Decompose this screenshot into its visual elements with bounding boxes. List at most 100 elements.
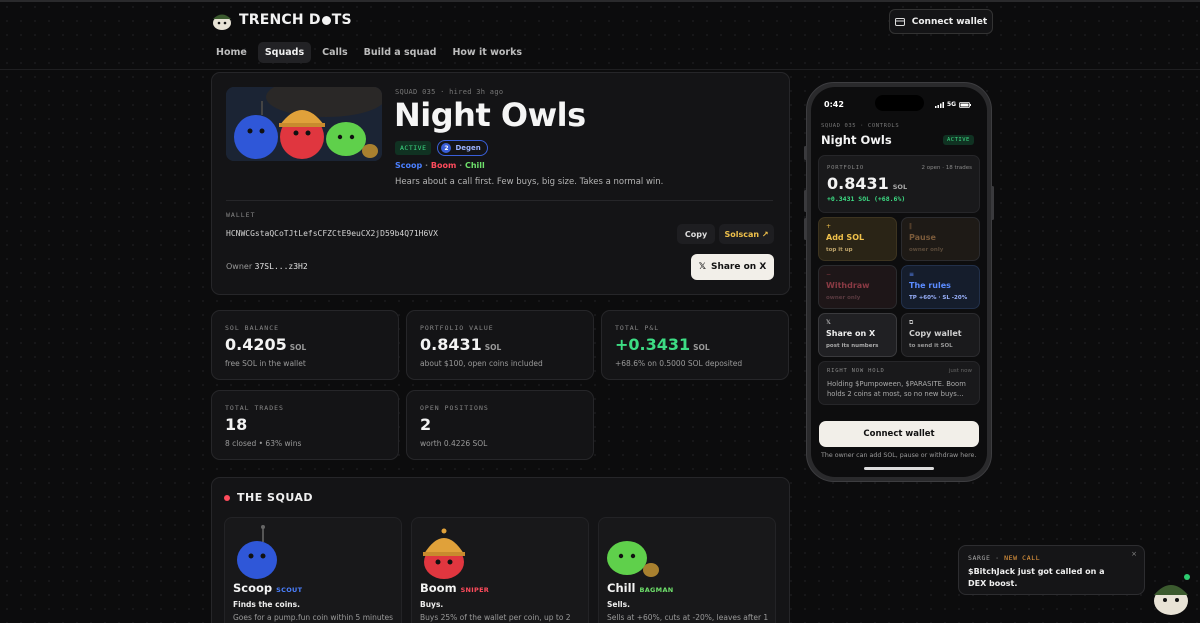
toast-header: SARGE · NEW CALL xyxy=(968,554,1041,562)
sarge-mascot-icon[interactable] xyxy=(1150,573,1192,615)
stat-sol-balance: SOL BALANCE 0.4205 SOL free SOL in the wa… xyxy=(211,310,399,380)
stat-value: 0.4205 SOL xyxy=(225,335,307,354)
main-nav: Home Squads Calls Build a squad How it w… xyxy=(211,42,527,63)
role-tag: SNIPER xyxy=(460,586,490,594)
tile-sub: to send it SOL xyxy=(909,343,953,349)
stat-value: 18 xyxy=(225,415,248,434)
share-label: Share on X xyxy=(710,262,767,272)
stat-value: 2 xyxy=(420,415,432,434)
squad-heading-text: THE SQUAD xyxy=(237,491,314,504)
tile-title: Withdraw xyxy=(826,281,870,290)
network-label: 5G xyxy=(947,101,957,108)
rules-button[interactable]: ≡ The rules TP +60% · SL -20% xyxy=(901,265,980,309)
dynamic-island xyxy=(875,95,924,111)
stat-label: PORTFOLIO VALUE xyxy=(420,324,494,332)
stat-value: +0.3431 SOL xyxy=(615,335,710,354)
stat-label: TOTAL P&L xyxy=(615,324,660,332)
portfolio-value: 0.8431 SOL xyxy=(827,174,908,193)
member-separator: · xyxy=(425,161,429,170)
stat-label: SOL BALANCE xyxy=(225,324,280,332)
squad-tagline: Hears about a call first. Few buys, big … xyxy=(395,177,664,187)
phone-side-button xyxy=(804,218,807,240)
copy-wallet-button[interactable]: ⧉ Copy wallet to send it SOL xyxy=(901,313,980,357)
signal-icon xyxy=(935,101,944,108)
portfolio-label: PORTFOLIO xyxy=(827,165,865,171)
owner-label: Owner xyxy=(226,262,253,271)
squad-image xyxy=(226,87,382,161)
copy-address-button[interactable]: Copy xyxy=(677,224,715,244)
live-dot-icon xyxy=(224,494,230,501)
nav-squads[interactable]: Squads xyxy=(257,42,312,63)
member-name: Chill BAGMAN xyxy=(607,581,674,595)
home-indicator xyxy=(864,467,934,470)
member-desc: Buys. xyxy=(420,600,444,609)
close-icon[interactable]: × xyxy=(1131,550,1137,558)
member-tag-boom: Boom xyxy=(430,161,457,170)
copy-icon: ⧉ xyxy=(909,319,914,326)
tile-title: Copy wallet xyxy=(909,329,962,338)
tile-title: The rules xyxy=(909,281,951,290)
phone-meta: SQUAD 035 · CONTROLS xyxy=(821,123,900,129)
x-logo-icon: 𝕏 xyxy=(826,319,831,326)
portfolio-summary: 2 open · 18 trades xyxy=(921,165,973,171)
tile-sub: owner only xyxy=(826,295,861,301)
nav-home[interactable]: Home xyxy=(211,42,252,63)
hero-divider xyxy=(226,200,773,201)
tile-title: Add SOL xyxy=(826,233,865,242)
stat-label: OPEN POSITIONS xyxy=(420,404,489,412)
wallet-address: HCNWCGstaQCoTJtLefsCFZCtE9euCX2jD59b4Q71… xyxy=(226,229,438,238)
stat-total-trades: TOTAL TRADES 18 8 closed • 63% wins xyxy=(211,390,399,460)
member-detail: Goes for a pump.fun coin within 5 minute… xyxy=(233,613,394,622)
wallet-icon xyxy=(894,17,905,26)
member-card-chill[interactable]: Chill BAGMAN Sells. Sells at +60%, cuts a… xyxy=(598,517,776,623)
phone-side-button xyxy=(991,186,994,220)
member-name: Scoop SCOUT xyxy=(233,581,303,595)
share-on-x-button[interactable]: 𝕏 Share on X xyxy=(691,254,774,280)
stat-total-pnl: TOTAL P&L +0.3431 SOL +68.6% on 0.5000 SO… xyxy=(601,310,789,380)
stat-sub: worth 0.4226 SOL xyxy=(420,439,488,448)
chill-avatar xyxy=(607,541,659,577)
phone-connect-wallet-button[interactable]: Connect wallet xyxy=(819,421,979,447)
top-border xyxy=(0,0,1200,2)
withdraw-button[interactable]: − Withdraw owner only xyxy=(818,265,897,309)
stat-sub: +68.6% on 0.5000 SOL deposited xyxy=(615,359,743,368)
solscan-link[interactable]: Solscan ↗ xyxy=(719,224,774,244)
nav-how-it-works[interactable]: How it works xyxy=(447,42,527,63)
stat-portfolio-value: PORTFOLIO VALUE 0.8431 SOL about $100, op… xyxy=(406,310,594,380)
plus-icon: + xyxy=(826,223,832,230)
pause-button[interactable]: ‖ Pause owner only xyxy=(901,217,980,261)
owner-info: Owner 37SL...z3H2 xyxy=(226,262,308,271)
battery-icon xyxy=(959,101,972,108)
phone-share-button[interactable]: 𝕏 Share on X post its numbers xyxy=(818,313,897,357)
add-sol-button[interactable]: + Add SOL top it up xyxy=(818,217,897,261)
phone-footer-note: The owner can add SOL, pause or withdraw… xyxy=(821,452,977,459)
tile-sub: TP +60% · SL -20% xyxy=(909,295,968,301)
header-divider xyxy=(0,69,1200,70)
tile-sub: top it up xyxy=(826,247,853,253)
level-label: Degen xyxy=(455,144,481,152)
member-card-boom[interactable]: Boom SNIPER Buys. Buys 25% of the wallet … xyxy=(411,517,589,623)
brand-logo[interactable]: TRENCH D TS xyxy=(211,10,352,30)
connect-wallet-button[interactable]: Connect wallet xyxy=(889,9,993,34)
minus-icon: − xyxy=(826,271,832,278)
member-name: Boom SNIPER xyxy=(420,581,490,595)
nav-calls[interactable]: Calls xyxy=(317,42,353,63)
member-desc: Sells. xyxy=(607,600,630,609)
tile-sub: post its numbers xyxy=(826,343,879,349)
phone-status-badge: ACTIVE xyxy=(943,135,974,145)
brand-mascot-icon xyxy=(213,14,231,30)
x-logo-icon: 𝕏 xyxy=(698,262,706,272)
squad-heading: THE SQUAD xyxy=(224,491,313,504)
tile-title: Share on X xyxy=(826,329,876,338)
level-number: 2 xyxy=(441,143,452,153)
boom-avatar xyxy=(423,528,465,579)
member-detail: Sells at +60%, cuts at -20%, leaves afte… xyxy=(607,613,769,622)
owner-address: 37SL...z3H2 xyxy=(254,262,308,271)
stat-sub: free SOL in the wallet xyxy=(225,359,306,368)
member-card-scoop[interactable]: Scoop SCOUT Finds the coins. Goes for a p… xyxy=(224,517,402,623)
member-separator: · xyxy=(459,161,463,170)
stat-label: TOTAL TRADES xyxy=(225,404,284,412)
nav-build-squad[interactable]: Build a squad xyxy=(359,42,442,63)
status-indicators: 5G xyxy=(935,101,972,108)
new-call-toast[interactable]: SARGE · NEW CALL $BitchJack just got cal… xyxy=(958,545,1145,595)
